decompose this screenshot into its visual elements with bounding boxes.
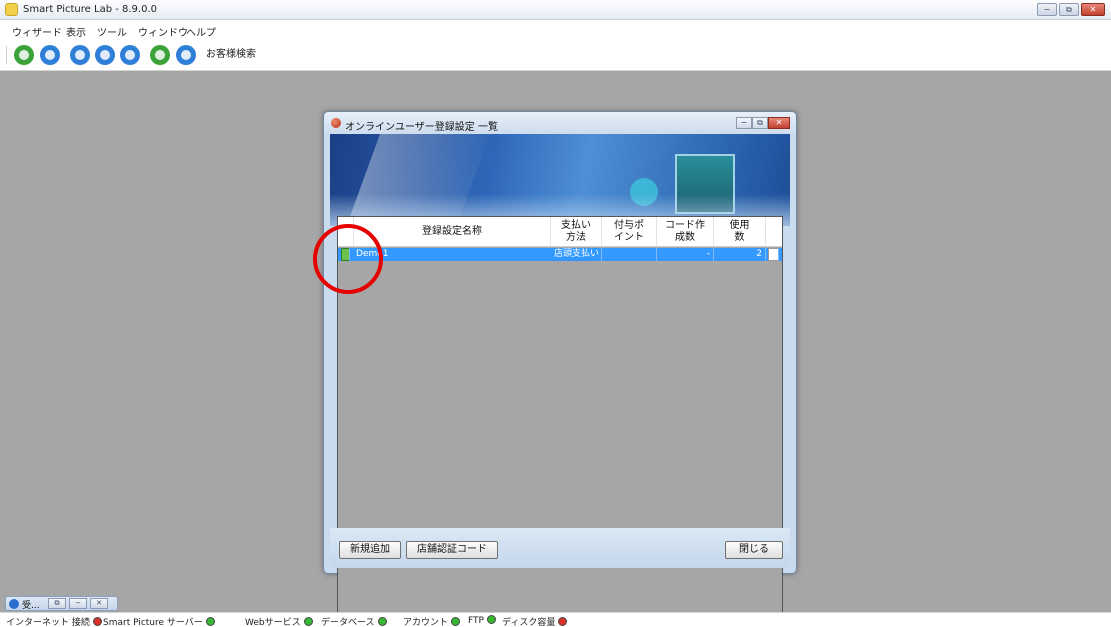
add-new-button[interactable]: 新規追加: [339, 541, 401, 559]
power-icon[interactable]: [95, 45, 115, 65]
status-account: アカウント: [403, 615, 461, 627]
close-button[interactable]: ✕: [1081, 3, 1105, 16]
status-web: Webサービス: [245, 615, 313, 627]
header-payment-line2: 方法: [566, 232, 586, 243]
minimized-close-button[interactable]: ✕: [90, 598, 108, 609]
status-bar: インターネット 接続 Smart Picture サーバー Webサービス デー…: [0, 612, 1111, 627]
minimize-button[interactable]: −: [1037, 3, 1057, 16]
users-icon[interactable]: [70, 45, 90, 65]
row-points[interactable]: [602, 248, 657, 261]
header-points[interactable]: 付与ポ イント: [602, 217, 657, 247]
status-dot-icon: [377, 617, 387, 626]
dialog-banner-image: [330, 134, 790, 226]
dialog-titlebar: オンラインユーザー登録設定 一覧 − ⧉ ✕: [324, 112, 796, 134]
store-code-button[interactable]: 店舗認証コード: [406, 541, 498, 559]
menu-view[interactable]: 表示: [66, 24, 86, 39]
header-used-line1: 使用: [729, 220, 750, 231]
status-server-label: Smart Picture サーバー: [103, 618, 203, 627]
dialog-window-controls: − ⧉ ✕: [736, 117, 790, 129]
online-user-registration-dialog: オンラインユーザー登録設定 一覧 − ⧉ ✕ 登録設定名称 支払い 方法 付与ポ…: [323, 111, 797, 627]
restore-button[interactable]: ⧉: [1059, 3, 1079, 16]
header-codes-line1: コード作: [665, 220, 705, 231]
row-name[interactable]: Demo1: [354, 248, 551, 261]
customer-search-button[interactable]: お客様検索: [203, 47, 328, 63]
status-server: Smart Picture サーバー: [103, 615, 215, 627]
disk-icon[interactable]: [150, 45, 170, 65]
header-payment-line1: 支払い: [561, 220, 591, 231]
table-row[interactable]: Demo1 店頭支払い - 2 ✖: [338, 248, 782, 261]
header-points-line1: 付与ポ: [614, 220, 644, 231]
minimized-window-icon: [9, 599, 19, 609]
status-dot-icon: [558, 617, 568, 626]
status-web-label: Webサービス: [245, 618, 301, 627]
minimized-window-label: 受...: [22, 601, 40, 611]
menu-wizard[interactable]: ウィザード: [12, 24, 62, 39]
highlight-circle: [313, 224, 383, 294]
menu-tools[interactable]: ツール: [97, 24, 127, 39]
users-icon[interactable]: [40, 45, 60, 65]
header-points-line2: イント: [614, 232, 644, 243]
dialog-close-text-button[interactable]: 閉じる: [725, 541, 783, 559]
dialog-minimize-button[interactable]: −: [736, 117, 752, 129]
header-codes-line2: 成数: [675, 232, 695, 243]
minimized-restore-button[interactable]: ⧉: [48, 598, 66, 609]
app-titlebar: Smart Picture Lab - 8.9.0.0 − ⧉ ✕: [0, 0, 1111, 20]
status-dot-icon: [451, 617, 461, 626]
minimized-window[interactable]: 受... ⧉ − ✕: [5, 596, 118, 611]
app-title: Smart Picture Lab - 8.9.0.0: [23, 4, 157, 15]
menu-window[interactable]: ウィンドウ: [138, 24, 188, 39]
status-internet-label: インターネット 接続: [6, 618, 90, 627]
app-window-controls: − ⧉ ✕: [1037, 3, 1105, 16]
status-ftp-label: FTP: [468, 616, 484, 626]
status-internet: インターネット 接続: [6, 615, 102, 627]
network-icon[interactable]: [120, 45, 140, 65]
minimized-maximize-button[interactable]: −: [69, 598, 87, 609]
status-dot-icon: [303, 617, 313, 626]
status-database-label: データベース: [321, 618, 375, 627]
menu-bar: ウィザード 表示 ツール ウィンドウ ヘルプ: [0, 20, 1111, 39]
dialog-icon: [331, 118, 341, 128]
status-account-label: アカウント: [403, 618, 449, 627]
header-used-line2: 数: [734, 232, 745, 243]
app-logo-icon: [5, 3, 18, 16]
status-disk-label: ディスク容量: [502, 618, 556, 627]
row-used[interactable]: 2: [714, 248, 766, 261]
status-dot-icon: [205, 617, 215, 626]
menu-help[interactable]: ヘルプ: [186, 24, 216, 39]
dialog-title: オンラインユーザー登録設定 一覧: [345, 122, 498, 133]
toolbar-separator: [6, 46, 7, 64]
row-payment[interactable]: 店頭支払い: [551, 248, 602, 261]
dialog-restore-button[interactable]: ⧉: [752, 117, 768, 129]
toolbar: お客様検索: [0, 39, 1111, 71]
add-icon[interactable]: [14, 45, 34, 65]
delete-icon[interactable]: ✖: [768, 248, 779, 261]
chat-icon[interactable]: [176, 45, 196, 65]
status-ftp: FTP: [468, 615, 496, 626]
status-dot-icon: [486, 615, 496, 624]
header-payment[interactable]: 支払い 方法: [551, 217, 602, 247]
row-codes[interactable]: -: [657, 248, 714, 261]
table-header: 登録設定名称 支払い 方法 付与ポ イント コード作 成数 使用 数: [338, 217, 782, 247]
status-disk: ディスク容量: [502, 615, 568, 627]
header-name[interactable]: 登録設定名称: [354, 217, 551, 247]
header-used[interactable]: 使用 数: [714, 217, 766, 247]
header-codes[interactable]: コード作 成数: [657, 217, 714, 247]
status-database: データベース: [321, 615, 387, 627]
dialog-close-button[interactable]: ✕: [768, 117, 790, 129]
status-dot-icon: [92, 617, 102, 626]
